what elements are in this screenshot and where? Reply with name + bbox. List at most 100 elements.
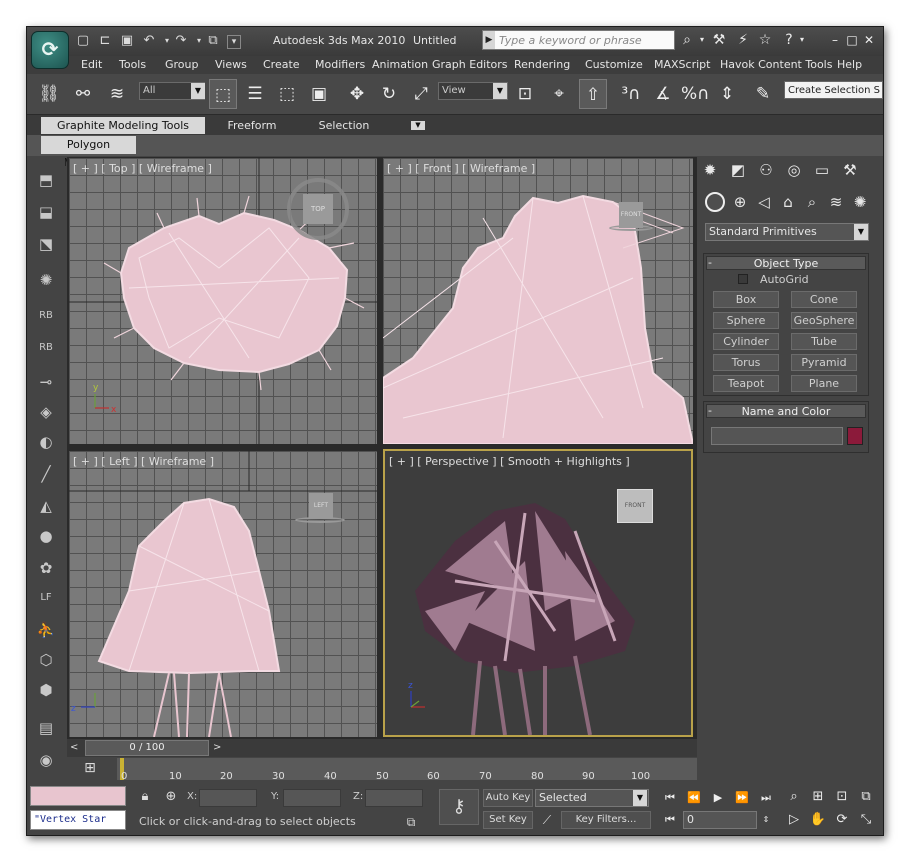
- spinner-snap-icon[interactable]: ⇕: [713, 79, 741, 109]
- utilities-tab-icon[interactable]: ⚒: [839, 159, 861, 181]
- geosphere-button[interactable]: GeoSphere: [791, 312, 857, 329]
- zoom-all-icon[interactable]: ⊞: [807, 787, 829, 807]
- viewcube-left[interactable]: LEFT: [309, 493, 333, 519]
- space-warps-category-icon[interactable]: ≋: [825, 191, 847, 213]
- select-and-move-icon[interactable]: ✥: [343, 79, 371, 109]
- name-and-color-header[interactable]: Name and Color: [706, 404, 866, 418]
- orbit-icon[interactable]: ⟳: [831, 810, 853, 830]
- time-slider-next-icon[interactable]: >: [213, 740, 225, 756]
- communication-center-icon[interactable]: ⚡: [733, 31, 753, 49]
- sphere-tool-icon[interactable]: ●: [33, 523, 59, 549]
- edit-named-selection-icon[interactable]: ✎: [749, 79, 777, 109]
- x-coord-field[interactable]: [199, 789, 257, 807]
- plane-button[interactable]: Plane: [791, 375, 857, 392]
- relax-tool-icon[interactable]: ✺: [33, 267, 59, 293]
- close-icon[interactable]: ✕: [861, 32, 877, 48]
- reference-coordinate-arrow-icon[interactable]: ▼: [493, 83, 507, 99]
- select-and-scale-icon[interactable]: ⤢: [407, 79, 435, 109]
- save-file-icon[interactable]: ▣: [119, 33, 135, 49]
- menu-group[interactable]: Group: [165, 58, 199, 71]
- selection-lock-icon[interactable]: 🔒︎: [135, 787, 155, 807]
- object-category-arrow-icon[interactable]: ▼: [854, 224, 868, 240]
- viewport-left[interactable]: z LEFT [ + ] [ Left ] [ Wireframe ]: [69, 451, 377, 737]
- key-mode-arrow-icon[interactable]: ▼: [633, 790, 647, 806]
- tab-selection[interactable]: Selection: [309, 117, 379, 134]
- set-key-icon[interactable]: ⚷: [439, 789, 479, 825]
- quick-access-dropdown-icon[interactable]: ▾: [227, 35, 241, 49]
- current-frame-field[interactable]: 0: [683, 811, 757, 829]
- object-type-rollout-header[interactable]: Object Type: [706, 256, 866, 270]
- redo-icon[interactable]: ↷: [173, 33, 189, 49]
- menu-rendering[interactable]: Rendering: [514, 58, 570, 71]
- previous-frame-icon[interactable]: ⏪: [683, 789, 705, 807]
- undo-icon[interactable]: ↶: [141, 33, 157, 49]
- rollout-collapse-icon[interactable]: -: [708, 256, 718, 270]
- absolute-mode-icon[interactable]: ⊕: [161, 787, 181, 807]
- default-tangent-icon[interactable]: ⟋: [535, 811, 559, 829]
- select-and-link-icon[interactable]: ⛓: [35, 79, 63, 109]
- time-slider-prev-icon[interactable]: <: [70, 740, 82, 756]
- favorites-star-icon[interactable]: ☆: [755, 31, 775, 49]
- polygon-modeling-panel[interactable]: Polygon Modeling: [41, 136, 136, 169]
- torus-button[interactable]: Torus: [713, 354, 779, 371]
- polyboost-select-icon[interactable]: ⬒: [33, 167, 59, 193]
- set-key-button[interactable]: Set Key: [483, 811, 533, 829]
- unlink-selection-icon[interactable]: ⚯: [69, 79, 97, 109]
- search-expand-icon[interactable]: ▶: [483, 31, 495, 49]
- shapes-category-icon[interactable]: ⊕: [729, 191, 751, 213]
- helpers-category-icon[interactable]: ⌕: [801, 191, 823, 213]
- viewport-perspective[interactable]: z FRONT [ + ] [ Perspective ] [ Smooth +…: [383, 449, 693, 737]
- snaps-toggle-icon[interactable]: ³∩: [617, 79, 645, 109]
- rectangular-selection-icon[interactable]: ⬚: [273, 79, 301, 109]
- tab-graphite-modeling-tools[interactable]: Graphite Modeling Tools: [41, 117, 205, 134]
- cameras-category-icon[interactable]: ⌂: [777, 191, 799, 213]
- bind-to-space-warp-icon[interactable]: ≋: [103, 79, 131, 109]
- modify-tab-icon[interactable]: ◩: [727, 159, 749, 181]
- viewcube-ring-front[interactable]: [609, 225, 653, 231]
- menu-create[interactable]: Create: [263, 58, 300, 71]
- create-tab-icon[interactable]: ✹: [699, 159, 721, 181]
- render-ball-icon[interactable]: ◉: [33, 747, 59, 773]
- auto-key-button[interactable]: Auto Key: [483, 789, 533, 807]
- viewcube-top[interactable]: TOP: [303, 194, 333, 224]
- maximize-viewport-icon[interactable]: ⤡: [855, 810, 877, 830]
- geometry-category-icon[interactable]: [705, 192, 725, 212]
- tube-button[interactable]: Tube: [791, 333, 857, 350]
- pan-view-icon[interactable]: ✋: [807, 810, 829, 830]
- viewcube-ring-left[interactable]: [295, 517, 345, 523]
- field-of-view-icon[interactable]: ▷: [783, 810, 805, 830]
- key-mode-toggle-icon[interactable]: ⏮: [659, 811, 681, 829]
- time-slider-thumb[interactable]: 0 / 100: [85, 740, 209, 756]
- viewport-label-front[interactable]: [ + ] [ Front ] [ Wireframe ]: [387, 162, 535, 175]
- window-crossing-icon[interactable]: ▣: [305, 79, 333, 109]
- menu-havok-content-tools[interactable]: Havok Content Tools: [720, 58, 832, 71]
- sphere-button[interactable]: Sphere: [713, 312, 779, 329]
- pivot-center-icon[interactable]: ⊡: [511, 79, 539, 109]
- teapot-button[interactable]: Teapot: [713, 375, 779, 392]
- select-and-manipulate-icon[interactable]: ⌖: [545, 79, 573, 109]
- polyboost-edit-icon[interactable]: ⬓: [33, 199, 59, 225]
- menu-edit[interactable]: Edit: [81, 58, 102, 71]
- menu-customize[interactable]: Customize: [585, 58, 643, 71]
- help-icon[interactable]: ?: [779, 31, 799, 49]
- isolate-selection-icon[interactable]: ⧉: [401, 813, 421, 831]
- mini-curve-editor-icon[interactable]: ⊞: [75, 758, 105, 778]
- maxscript-listener-input[interactable]: "Vertex Star: [30, 810, 126, 830]
- line-tool-icon[interactable]: ╱: [33, 461, 59, 487]
- project-folder-icon[interactable]: ⧉: [205, 33, 221, 49]
- subscription-center-icon[interactable]: ⚒: [709, 31, 729, 49]
- help-dropdown-icon[interactable]: ▾: [797, 31, 807, 49]
- zoom-extents-icon[interactable]: ⊡: [831, 787, 853, 807]
- selection-filter-arrow-icon[interactable]: ▼: [191, 83, 205, 99]
- key-filters-button[interactable]: Key Filters...: [561, 811, 651, 829]
- search-options-icon[interactable]: ▾: [697, 31, 707, 49]
- percent-snap-icon[interactable]: %∩: [681, 79, 710, 109]
- keyboard-shortcut-override-icon[interactable]: ⇧: [579, 79, 607, 109]
- minimize-icon[interactable]: –: [827, 32, 843, 48]
- surface-tool-icon[interactable]: ◈: [33, 399, 59, 425]
- ribbon-expand-icon[interactable]: ▼: [411, 121, 425, 130]
- select-object-icon[interactable]: ⬚: [209, 79, 237, 109]
- systems-category-icon[interactable]: ✺: [849, 191, 871, 213]
- new-file-icon[interactable]: ▢: [75, 33, 91, 49]
- open-file-icon[interactable]: ⊏: [97, 33, 113, 49]
